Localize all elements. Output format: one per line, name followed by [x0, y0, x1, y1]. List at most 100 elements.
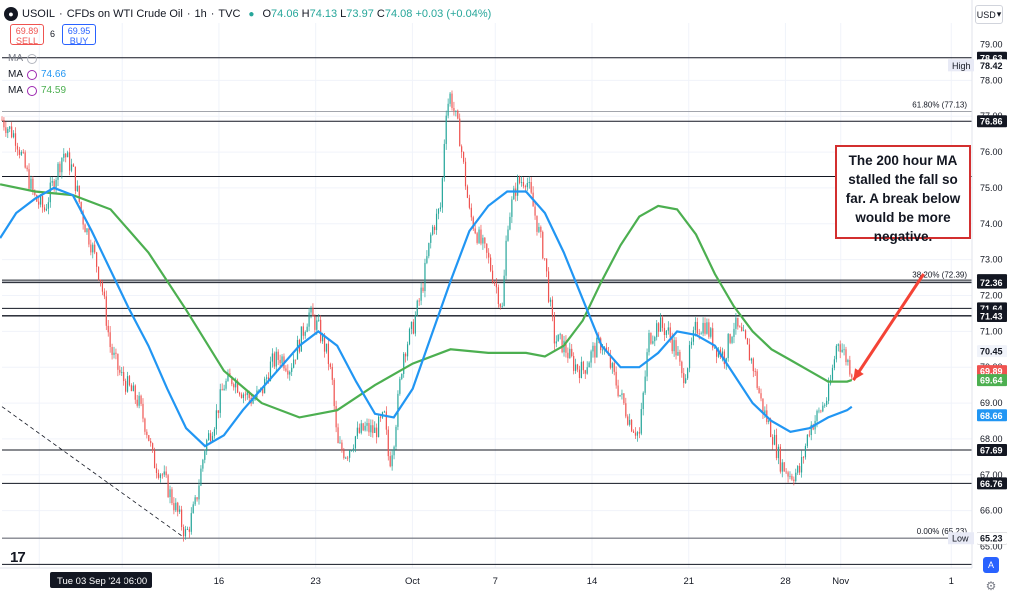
candle-body	[561, 334, 563, 353]
candle-body	[179, 509, 181, 512]
price-chart[interactable]: 61.80% (77.13) 38.20% (72.39) 0.00% (65.23…	[0, 0, 1009, 597]
candle-body	[665, 330, 667, 335]
candle-body	[337, 427, 339, 444]
candle-body	[125, 381, 127, 392]
candle-body	[741, 327, 743, 331]
interval[interactable]: 1h	[195, 8, 207, 20]
candle-body	[395, 426, 397, 447]
indicator-value: 74.66	[41, 69, 67, 80]
candle-body	[389, 456, 391, 467]
candle-body	[795, 472, 797, 482]
ohlc-value: 73.97	[346, 8, 377, 20]
candle-body	[163, 471, 165, 475]
candle-body	[659, 317, 662, 332]
candle-body	[121, 372, 123, 373]
y-tick-label: 79.00	[980, 40, 1003, 50]
sell-label: SELL	[15, 36, 39, 46]
candle-body	[621, 393, 623, 395]
candle-body	[316, 320, 318, 330]
x-tick-label: 7	[493, 576, 498, 587]
currency-selector[interactable]: USD ▾	[975, 5, 1003, 24]
x-tick-label: 1	[949, 576, 954, 587]
candle-body	[706, 322, 708, 334]
tradingview-logo[interactable]: 17	[10, 549, 26, 566]
candle-body	[279, 359, 281, 364]
candle-body	[632, 431, 635, 433]
indicator-icon[interactable]	[27, 69, 37, 80]
level-tag-label: 67.69	[980, 446, 1003, 456]
candle-body	[99, 279, 102, 283]
symbol-title: CFDs on WTI Crude Oil	[66, 8, 183, 20]
eye-off-icon[interactable]	[27, 53, 37, 64]
candle-body	[613, 363, 615, 372]
candle-body	[800, 457, 803, 473]
candle-body	[625, 403, 627, 417]
candle-body	[658, 323, 660, 332]
auto-scale-button[interactable]: A	[983, 557, 999, 573]
candle-body	[679, 351, 681, 362]
candle-body	[420, 287, 422, 301]
candle-body	[748, 344, 751, 361]
candle-body	[640, 409, 642, 434]
candle-body	[490, 257, 492, 271]
candle-body	[735, 317, 737, 329]
candle-body	[578, 369, 581, 378]
candle-body	[171, 489, 173, 504]
candle-body	[447, 103, 449, 116]
candle-body	[20, 151, 22, 155]
candle-body	[631, 419, 633, 432]
candle-body	[78, 185, 80, 202]
candle-body	[376, 427, 378, 438]
candle-body	[318, 319, 320, 321]
candle-body	[341, 442, 343, 451]
price-tag-label: 65.23	[980, 534, 1003, 544]
candle-body	[72, 164, 75, 167]
candle-body	[445, 115, 447, 144]
candle-body	[281, 356, 283, 364]
candle-body	[57, 163, 59, 180]
oil-drop-icon: ●	[4, 7, 18, 21]
candle-body	[242, 394, 245, 398]
candle-body	[580, 361, 582, 378]
candle-body	[368, 423, 370, 433]
sell-button[interactable]: 69.89 SELL	[10, 24, 44, 46]
candle-body	[623, 393, 625, 404]
indicator-ma-fast[interactable]: MA 74.66	[8, 69, 66, 80]
candle-body	[70, 164, 73, 171]
gear-icon[interactable]: ⚙	[983, 578, 999, 594]
indicator-ma-hidden[interactable]: MA	[8, 53, 37, 64]
candle-body	[546, 258, 548, 272]
y-tick-label: 74.00	[980, 219, 1003, 229]
candle-body	[399, 378, 401, 394]
y-tick-label: 69.00	[980, 398, 1003, 408]
candle-body	[134, 385, 136, 400]
candle-body	[103, 291, 105, 297]
candle-body	[181, 509, 183, 527]
candle-body	[140, 395, 142, 404]
candle-body	[422, 287, 424, 292]
candle-body	[688, 345, 691, 369]
indicator-icon[interactable]	[27, 85, 37, 96]
buy-price: 69.95	[67, 26, 91, 36]
chevron-down-icon: ▾	[996, 9, 1002, 19]
buy-button[interactable]: 69.95 BUY	[62, 24, 96, 46]
indicator-ma-slow[interactable]: MA 74.59	[8, 85, 66, 96]
symbol[interactable]: USOIL	[22, 8, 55, 20]
buy-label: BUY	[69, 36, 89, 46]
chart-svg[interactable]: 61.80% (77.13)38.20% (72.39)0.00% (65.23…	[0, 0, 1009, 597]
candle-body	[851, 374, 853, 378]
candle-body	[466, 186, 469, 198]
ohlc-key: H	[301, 8, 310, 20]
candle-body	[567, 352, 569, 359]
candle-body	[410, 321, 413, 329]
candle-body	[538, 226, 540, 232]
candle-body	[820, 410, 822, 412]
candle-body	[408, 328, 411, 345]
candle-body	[325, 343, 328, 352]
candle-body	[667, 327, 669, 331]
candle-body	[544, 258, 546, 260]
candle-body	[833, 359, 836, 368]
candle-body	[128, 376, 131, 386]
y-tick-label: 75.00	[980, 183, 1003, 193]
candle-body	[414, 315, 416, 334]
